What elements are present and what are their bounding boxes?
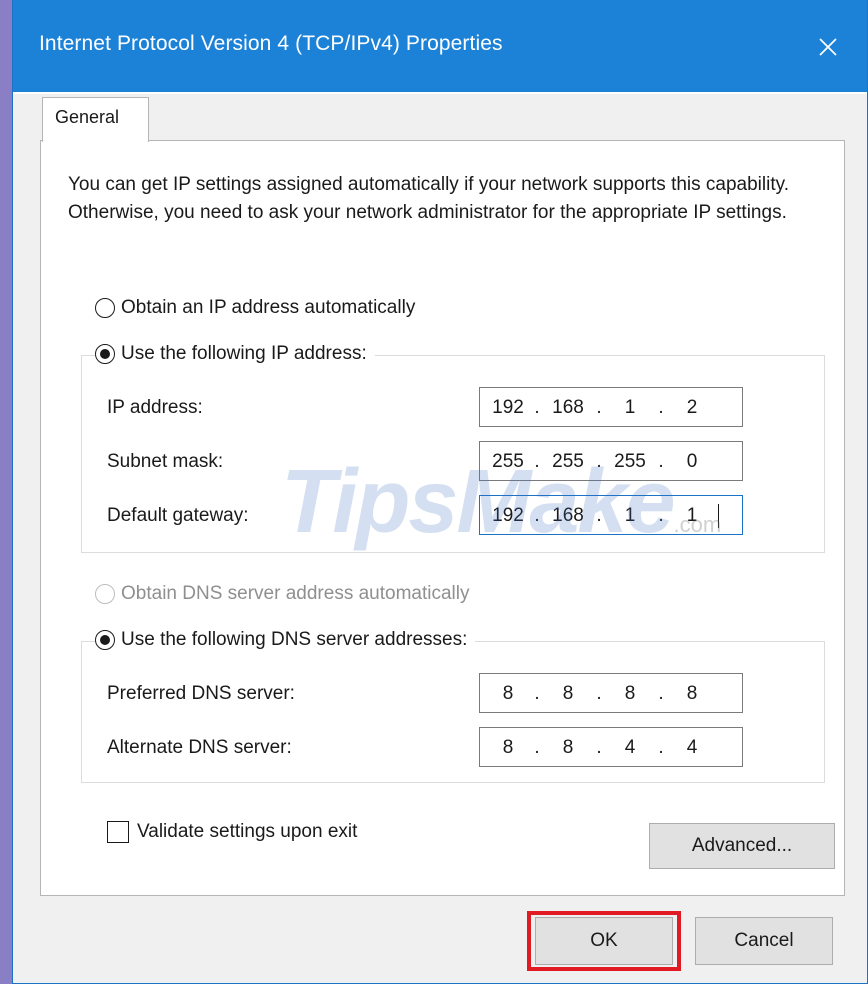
radio-dns-auto-circle: [95, 584, 115, 604]
octet-2: 8: [562, 737, 574, 758]
validate-checkbox-label: Validate settings upon exit: [137, 821, 358, 842]
octet-separator: .: [658, 505, 664, 526]
octet-separator: .: [658, 397, 664, 418]
octet-separator: .: [658, 451, 664, 472]
subnet-mask-label: Subnet mask:: [107, 451, 224, 472]
octet-1: 192: [492, 505, 524, 526]
radio-ip-auto-label: Obtain an IP address automatically: [121, 297, 416, 318]
description-text: You can get IP settings assigned automat…: [68, 174, 789, 223]
radio-ip-manual-label: Use the following IP address:: [121, 343, 367, 364]
octet-1: 192: [492, 397, 524, 418]
octet-separator: .: [534, 505, 540, 526]
general-panel: You can get IP settings assigned automat…: [40, 140, 845, 896]
default-gateway-input[interactable]: 192 . 168 . 1 . 1: [479, 495, 743, 535]
octet-separator: .: [596, 683, 602, 704]
ip-address-input[interactable]: 192 . 168 . 1 . 2: [479, 387, 743, 427]
octet-2: 8: [562, 683, 574, 704]
octet-4: 2: [686, 397, 698, 418]
octet-4: 1: [686, 505, 698, 526]
octet-3: 1: [624, 397, 636, 418]
radio-dns-manual-label: Use the following DNS server addresses:: [121, 629, 468, 650]
radio-dns-auto-label: Obtain DNS server address automatically: [121, 583, 470, 604]
validate-checkbox[interactable]: Validate settings upon exit: [107, 821, 357, 843]
close-icon: [819, 38, 837, 56]
octet-separator: .: [534, 683, 540, 704]
preferred-dns-input[interactable]: 8 . 8 . 8 . 8: [479, 673, 743, 713]
octet-4: 0: [686, 451, 698, 472]
subnet-mask-input[interactable]: 255 . 255 . 255 . 0: [479, 441, 743, 481]
octet-3: 8: [624, 683, 636, 704]
octet-separator: .: [534, 397, 540, 418]
cancel-button[interactable]: Cancel: [695, 917, 833, 965]
octet-4: 8: [686, 683, 698, 704]
radio-dns-auto[interactable]: Obtain DNS server address automatically: [95, 583, 469, 605]
octet-separator: .: [658, 737, 664, 758]
octet-separator: .: [596, 737, 602, 758]
close-button[interactable]: [803, 22, 853, 72]
octet-separator: .: [658, 683, 664, 704]
alternate-dns-label: Alternate DNS server:: [107, 737, 292, 758]
radio-ip-auto-circle: [95, 298, 115, 318]
title-bar: Internet Protocol Version 4 (TCP/IPv4) P…: [13, 0, 867, 94]
radio-ip-auto[interactable]: Obtain an IP address automatically: [95, 297, 415, 319]
octet-3: 1: [624, 505, 636, 526]
window-title: Internet Protocol Version 4 (TCP/IPv4) P…: [39, 32, 503, 55]
validate-checkbox-box: [107, 821, 129, 843]
octet-separator: .: [596, 505, 602, 526]
dialog-window: Internet Protocol Version 4 (TCP/IPv4) P…: [12, 0, 868, 984]
octet-3: 4: [624, 737, 636, 758]
octet-2: 168: [552, 397, 584, 418]
octet-separator: .: [596, 397, 602, 418]
preferred-dns-label: Preferred DNS server:: [107, 683, 295, 704]
ok-button[interactable]: OK: [535, 917, 673, 965]
tab-general[interactable]: General: [42, 97, 149, 142]
octet-1: 8: [502, 683, 514, 704]
octet-3: 255: [614, 451, 646, 472]
advanced-button[interactable]: Advanced...: [649, 823, 835, 869]
octet-1: 255: [492, 451, 524, 472]
octet-separator: .: [596, 451, 602, 472]
radio-dns-manual[interactable]: Use the following DNS server addresses:: [95, 629, 476, 651]
octet-2: 255: [552, 451, 584, 472]
octet-4: 4: [686, 737, 698, 758]
radio-ip-manual[interactable]: Use the following IP address:: [95, 343, 375, 365]
octet-2: 168: [552, 505, 584, 526]
text-caret: [718, 504, 719, 528]
ip-address-label: IP address:: [107, 397, 203, 418]
radio-ip-manual-circle: [95, 344, 115, 364]
alternate-dns-input[interactable]: 8 . 8 . 4 . 4: [479, 727, 743, 767]
radio-dns-manual-circle: [95, 630, 115, 650]
octet-1: 8: [502, 737, 514, 758]
octet-separator: .: [534, 451, 540, 472]
octet-separator: .: [534, 737, 540, 758]
default-gateway-label: Default gateway:: [107, 505, 249, 526]
